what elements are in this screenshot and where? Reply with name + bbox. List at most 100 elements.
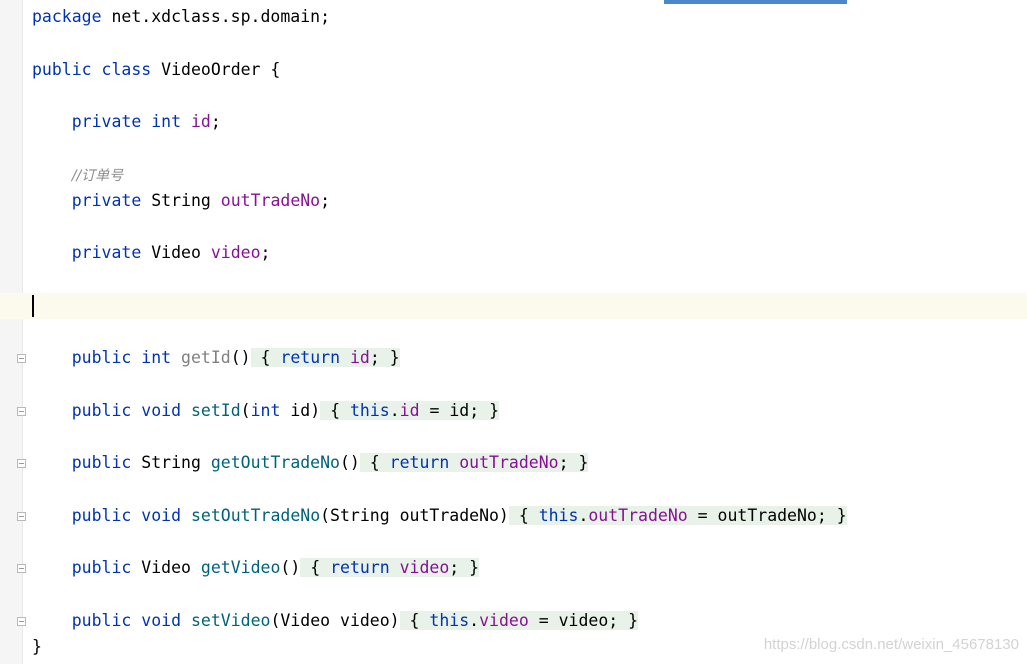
paren: ( [240, 401, 251, 420]
open-brace: { [369, 453, 380, 472]
semicolon: ; [558, 453, 569, 472]
field-name: id [349, 348, 370, 367]
folded-body[interactable]: { this.video = video; } [399, 611, 639, 630]
current-line-highlight [0, 293, 1027, 319]
keyword: package [32, 7, 102, 26]
method-name: getVideo [200, 558, 281, 577]
keyword: public [71, 348, 132, 367]
text-caret [32, 295, 34, 317]
code-line-method-setid[interactable]: public void setId(int id) { this.id = id… [32, 400, 500, 422]
code-line-comment[interactable]: //订单号 [32, 164, 123, 186]
folded-body[interactable]: { this.id = id; } [320, 401, 500, 420]
code-line-field-outtradeno[interactable]: private String outTradeNo; [32, 190, 330, 212]
keyword: return [330, 558, 390, 577]
params: () [280, 558, 301, 577]
close-brace: } [32, 637, 42, 656]
close-brace: } [578, 453, 589, 472]
fold-expand-icon[interactable] [17, 354, 26, 363]
keyword: this [429, 611, 470, 630]
params: () [339, 453, 360, 472]
assignment: = outTradeNo; [687, 506, 827, 525]
field-name: video [479, 611, 529, 630]
dot: . [389, 401, 400, 420]
dot: . [578, 506, 589, 525]
keyword: public [71, 558, 132, 577]
keyword: this [538, 506, 579, 525]
field-name: id [190, 112, 211, 131]
fold-expand-icon[interactable] [17, 407, 26, 416]
class-name: VideoOrder { [151, 60, 281, 79]
close-brace: } [389, 348, 400, 367]
open-brace: { [310, 558, 321, 577]
open-brace: { [330, 401, 341, 420]
assignment: = video; [528, 611, 619, 630]
code-line-method-getid[interactable]: public int getId() { return id; } [32, 347, 400, 369]
keyword: public [32, 60, 92, 79]
keyword: int [151, 112, 182, 131]
close-brace: } [469, 558, 480, 577]
semicolon: ; [449, 558, 460, 577]
assignment: = id; [419, 401, 480, 420]
active-tab-indicator [664, 0, 847, 4]
close-brace: } [489, 401, 500, 420]
code-line-class-declaration[interactable]: public class VideoOrder { [32, 59, 280, 81]
open-brace: { [260, 348, 271, 367]
folded-body[interactable]: { return video; } [300, 558, 480, 577]
code-line-method-setouttradeno[interactable]: public void setOutTradeNo(String outTrad… [32, 505, 847, 527]
keyword: public [71, 453, 132, 472]
fold-expand-icon[interactable] [17, 459, 26, 468]
fold-expand-icon[interactable] [17, 617, 26, 626]
keyword: class [101, 60, 152, 79]
method-name: getId [181, 348, 231, 367]
type-name: Video [141, 243, 211, 262]
folded-body[interactable]: { return id; } [250, 348, 400, 367]
open-brace: { [409, 611, 420, 630]
fold-expand-icon[interactable] [17, 564, 26, 573]
field-name: video [399, 558, 450, 577]
code-line-field-id[interactable]: private int id; [32, 111, 221, 133]
fold-expand-icon[interactable] [17, 512, 26, 521]
open-brace: { [518, 506, 529, 525]
folded-body[interactable]: { return outTradeNo; } [359, 453, 589, 472]
params: () [230, 348, 251, 367]
field-name: id [399, 401, 420, 420]
package-name: net.xdclass.sp.domain; [101, 7, 331, 26]
method-name: setOutTradeNo [190, 506, 321, 525]
keyword: int [141, 348, 172, 367]
keyword: private [71, 112, 142, 131]
keyword: return [280, 348, 341, 367]
type-name: Video [131, 558, 201, 577]
code-line-field-video[interactable]: private Video video; [32, 242, 271, 264]
code-line-package[interactable]: package net.xdclass.sp.domain; [32, 6, 330, 28]
keyword: this [349, 401, 390, 420]
keyword: public [71, 506, 132, 525]
keyword: return [389, 453, 450, 472]
method-name: setVideo [190, 611, 271, 630]
param-name: id) [280, 401, 321, 420]
keyword: void [141, 611, 182, 630]
keyword: void [141, 401, 182, 420]
field-name: outTradeNo [459, 453, 559, 472]
keyword: int [250, 401, 281, 420]
field-name: outTradeNo [588, 506, 688, 525]
code-line-method-setvideo[interactable]: public void setVideo(Video video) { this… [32, 610, 639, 632]
type-name: String [141, 191, 221, 210]
type-name: String [131, 453, 211, 472]
method-name: getOutTradeNo [210, 453, 340, 472]
close-brace: } [628, 611, 639, 630]
code-line-method-getouttradeno[interactable]: public String getOutTradeNo() { return o… [32, 452, 589, 474]
keyword: public [71, 401, 132, 420]
keyword: void [141, 506, 182, 525]
code-line-method-getvideo[interactable]: public Video getVideo() { return video; … [32, 557, 480, 579]
dot: . [469, 611, 480, 630]
params: (Video video) [270, 611, 400, 630]
keyword: private [71, 243, 142, 262]
field-name: video [210, 243, 261, 262]
code-line-class-close[interactable]: } [32, 636, 42, 658]
comment: //订单号 [71, 168, 124, 184]
folded-body[interactable]: { this.outTradeNo = outTradeNo; } [508, 506, 847, 525]
params: (String outTradeNo) [320, 506, 509, 525]
field-name: outTradeNo [220, 191, 321, 210]
watermark: https://blog.csdn.net/weixin_45678130 [763, 636, 1019, 653]
close-brace: } [836, 506, 847, 525]
